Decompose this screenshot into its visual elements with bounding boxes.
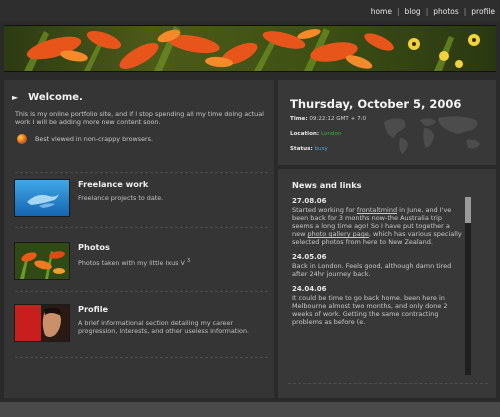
news-entry: 27.08.06 Started working for frontaltmin… — [292, 197, 462, 246]
location-value: London — [320, 131, 342, 137]
freelance-title[interactable]: Freelance work — [78, 179, 148, 189]
bullet-arrow-icon: ► — [12, 93, 19, 102]
news-scrollbar-thumb[interactable] — [465, 197, 471, 223]
freelance-section[interactable]: Freelance work Freelance projects to dat… — [14, 179, 269, 219]
photos-desc-sup: 3 — [186, 258, 191, 264]
flowers-image — [15, 243, 69, 279]
time-label: Time: — [290, 116, 308, 122]
news-entry-text: Started working for frontaltmind in June… — [292, 206, 462, 246]
status-readout: Status: busy — [290, 146, 328, 152]
news-entry: 24.04.06 It could be time to go back hom… — [292, 285, 462, 326]
profile-desc: A brief informational section detailing … — [78, 319, 250, 335]
photos-desc: Photos taken with my little Ixus V 3 — [78, 257, 268, 267]
freelance-desc: Freelance projects to date. — [78, 194, 164, 202]
best-viewed-note: Best viewed in non-crappy browsers. — [17, 134, 153, 144]
section-divider — [15, 357, 268, 358]
nav-profile-link[interactable]: profile — [466, 7, 500, 16]
photos-thumbnail[interactable] — [14, 242, 70, 280]
section-divider — [15, 227, 268, 228]
news-text-part: Started working for — [292, 206, 357, 214]
news-entry-date: 24.04.06 — [292, 285, 327, 293]
portrait-image — [15, 305, 69, 341]
section-divider — [288, 383, 488, 384]
left-content-panel — [4, 80, 274, 398]
profile-thumbnail[interactable] — [14, 304, 70, 342]
location-label: Location: — [290, 131, 320, 137]
freelance-thumbnail[interactable] — [14, 179, 70, 217]
page-footer — [0, 402, 500, 417]
welcome-text: This is my online portfolio site, and if… — [15, 110, 264, 126]
nav-blog-link[interactable]: blog — [399, 7, 425, 16]
news-scroll-area[interactable]: 27.08.06 Started working for frontaltmin… — [292, 197, 462, 377]
news-entry-text: It could be time to go back home. been h… — [292, 294, 448, 326]
status-label: Status: — [290, 146, 313, 152]
news-entry-date: 24.05.06 — [292, 253, 327, 261]
world-map-graphic — [384, 116, 480, 154]
location-readout: Location: London — [290, 131, 341, 137]
nav-home-link[interactable]: home — [366, 7, 397, 16]
firefox-icon[interactable] — [17, 134, 27, 144]
time-readout: Time: 09:22:12 GMT + 7:0 — [290, 116, 366, 122]
photos-section[interactable]: Photos Photos taken with my little Ixus … — [14, 242, 269, 282]
photo-gallery-link[interactable]: photo gallery page — [308, 230, 369, 238]
welcome-heading: ► Welcome. — [12, 92, 83, 103]
current-date: Thursday, October 5, 2006 — [290, 97, 462, 111]
profile-section[interactable]: Profile A brief informational section de… — [14, 304, 269, 344]
header-banner-image — [4, 25, 496, 72]
news-entry-text: Back in London. Feels good, although dam… — [292, 262, 452, 278]
news-scrollbar-track[interactable] — [465, 197, 471, 375]
dolphin-image — [15, 180, 69, 216]
section-divider — [15, 291, 268, 292]
time-value: 09:22:12 GMT + 7:0 — [309, 116, 367, 122]
status-value: busy — [314, 146, 328, 152]
news-heading: News and links — [292, 180, 362, 190]
nav-photos-link[interactable]: photos — [428, 7, 464, 16]
flower-banner-graphic — [4, 26, 496, 71]
photos-desc-text: Photos taken with my little Ixus V — [78, 259, 185, 268]
photos-title[interactable]: Photos — [78, 242, 110, 252]
welcome-title: Welcome. — [28, 92, 83, 103]
best-viewed-text: Best viewed in non-crappy browsers. — [35, 135, 154, 143]
profile-title[interactable]: Profile — [78, 304, 108, 314]
news-entry: 24.05.06 Back in London. Feels good, alt… — [292, 253, 462, 278]
frontaltmind-link[interactable]: frontaltmind — [357, 206, 397, 214]
top-nav: home | blog | photos | profile — [0, 0, 500, 22]
news-entry-date: 27.08.06 — [292, 197, 327, 205]
section-divider — [15, 172, 268, 173]
